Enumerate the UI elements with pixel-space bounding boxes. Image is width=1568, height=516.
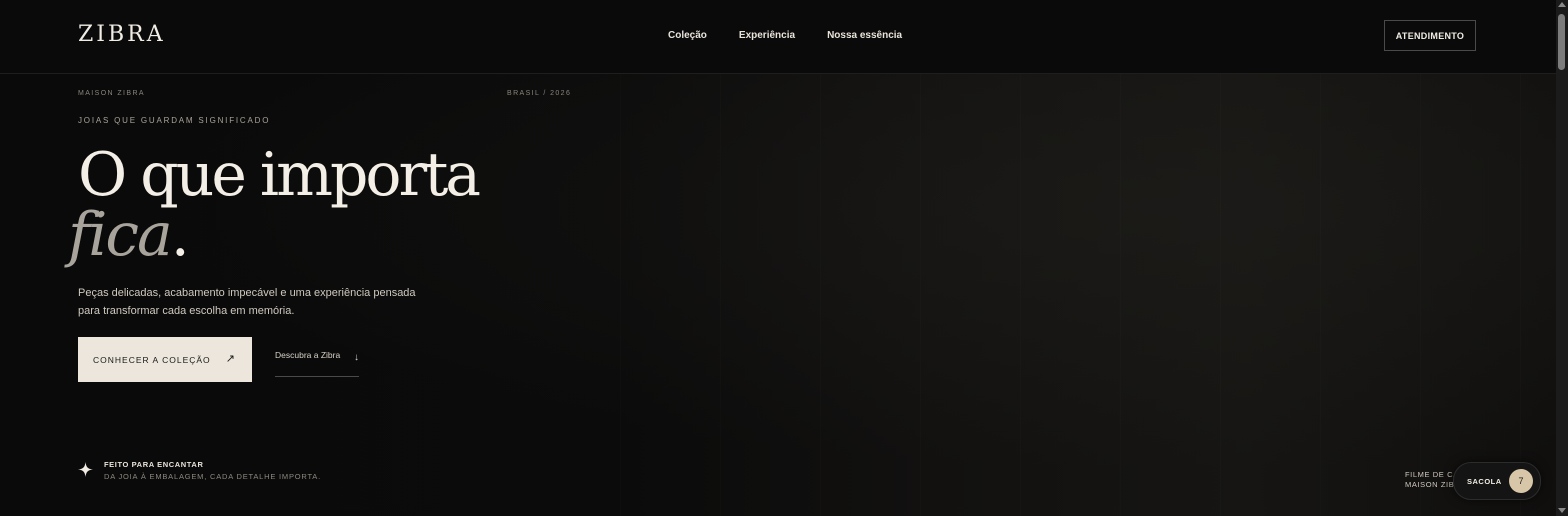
- bag-label: SACOLA: [1467, 477, 1502, 486]
- feature-subtitle: DA JOIA À EMBALAGEM, CADA DETALHE IMPORT…: [104, 472, 321, 481]
- scroll-up-icon[interactable]: [1558, 2, 1566, 7]
- arrow-up-right-icon: ↗: [225, 353, 236, 365]
- nav-item-nossa-essencia[interactable]: Nossa essência: [827, 30, 902, 41]
- hero-lead: Peças delicadas, acabamento impecável e …: [78, 287, 416, 317]
- campaign-film-label[interactable]: FILME DE CAMPANHA MAISON ZIBRA: [1405, 470, 1455, 490]
- nav-item-experiencia[interactable]: Experiência: [739, 30, 795, 41]
- arrow-down-icon: ↓: [354, 352, 359, 363]
- feature-title: FEITO PARA ENCANTAR: [104, 460, 204, 469]
- scroll-down-icon[interactable]: [1558, 508, 1566, 513]
- meta-brand: MAISON ZIBRA: [78, 90, 145, 97]
- hero-video-area: [620, 74, 1556, 516]
- descubra-zibra-label: Descubra a Zibra: [275, 350, 341, 360]
- bag-button[interactable]: SACOLA 7: [1453, 462, 1541, 500]
- conhecer-colecao-label: CONHECER A COLEÇÃO: [93, 354, 211, 365]
- brand-logo[interactable]: ZIBRA: [78, 22, 166, 47]
- film-line1: FILME DE CAMPANHA: [1405, 470, 1455, 479]
- main-nav: Coleção Experiência Nossa essência: [668, 30, 902, 41]
- hero-eyebrow: JOIAS QUE GUARDAM SIGNIFICADO: [78, 116, 271, 125]
- site-header: ZIBRA Coleção Experiência Nossa essência…: [0, 0, 1556, 74]
- film-line2: MAISON ZIBRA: [1405, 480, 1455, 489]
- scrollbar-thumb[interactable]: [1558, 14, 1565, 70]
- nav-item-colecao[interactable]: Coleção: [668, 30, 707, 41]
- page-scrollbar[interactable]: [1556, 0, 1568, 516]
- bag-count-badge: 7: [1509, 469, 1533, 493]
- hero-title-line2: fica.: [68, 200, 190, 270]
- descubra-zibra-link[interactable]: Descubra a Zibra ↓: [275, 350, 359, 377]
- hero-title-italic: fica: [68, 200, 173, 270]
- meta-location-year: BRASIL / 2026: [507, 90, 572, 97]
- atendimento-button[interactable]: ATENDIMENTO: [1384, 20, 1476, 51]
- page: ZIBRA Coleção Experiência Nossa essência…: [0, 0, 1556, 516]
- sparkle-icon: [78, 462, 93, 477]
- conhecer-colecao-button[interactable]: CONHECER A COLEÇÃO ↗: [78, 337, 252, 382]
- hero-title-dot: .: [170, 200, 190, 270]
